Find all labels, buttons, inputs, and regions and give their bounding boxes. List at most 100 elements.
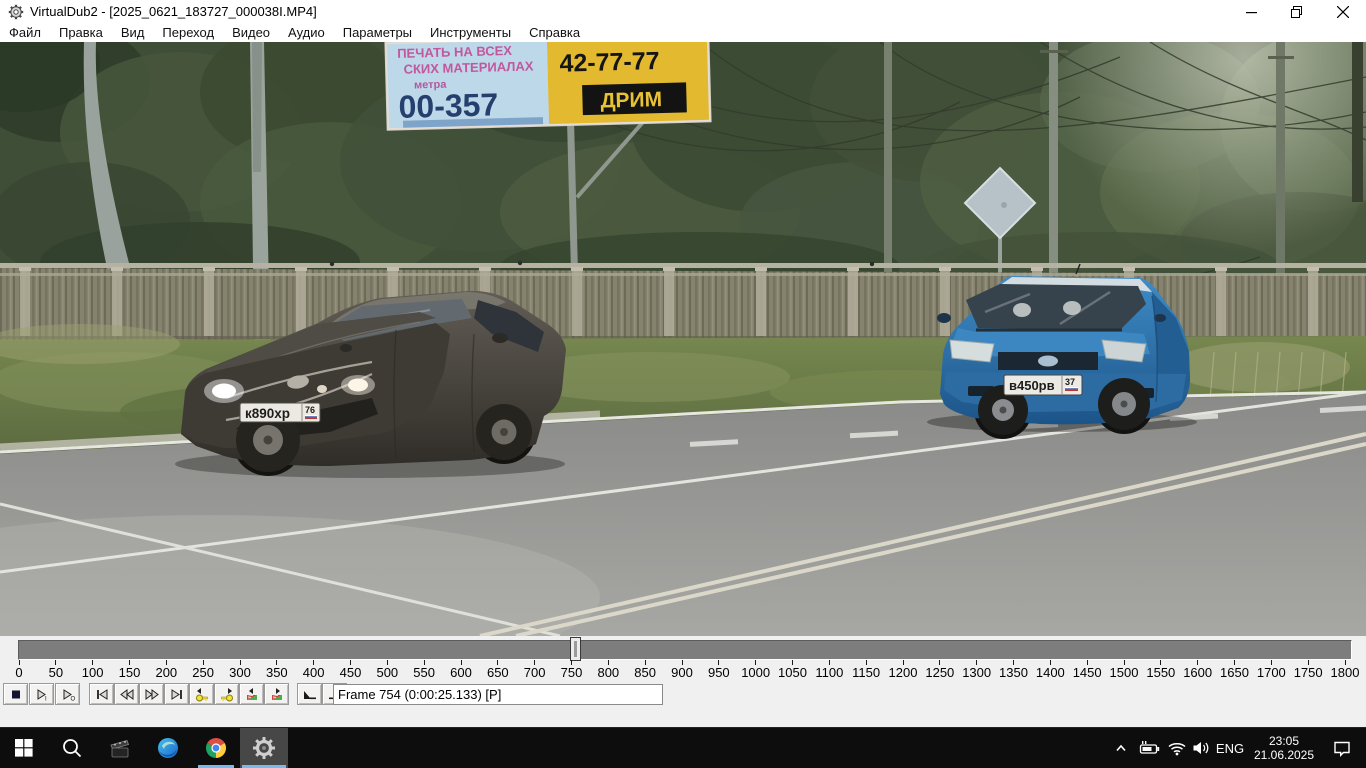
language-indicator[interactable]: ENG <box>1210 728 1250 768</box>
tray-overflow-button[interactable] <box>1108 728 1134 768</box>
ruler-tick-label: 350 <box>266 665 288 680</box>
close-icon <box>1337 6 1349 18</box>
ruler-tick-label: 1000 <box>741 665 770 680</box>
ruler-tick-label: 1400 <box>1036 665 1065 680</box>
title-bar: VirtualDub2 - [2025_0621_183727_000038I.… <box>0 0 1366 24</box>
seek-bar[interactable] <box>18 640 1352 660</box>
ruler-tick-label: 500 <box>376 665 398 680</box>
menu-bar: ФайлПравкаВидПереходВидеоАудиоПараметрыИ… <box>0 24 1366 42</box>
ruler-tick-label: 200 <box>155 665 177 680</box>
virtualdub-app-icon <box>8 4 24 20</box>
search-button[interactable] <box>48 728 96 768</box>
prev-scene-button[interactable] <box>239 683 264 705</box>
action-center-button[interactable] <box>1322 728 1362 768</box>
svg-text:I: I <box>45 696 47 702</box>
mark-in-icon <box>302 687 318 702</box>
menu-item-help[interactable]: Справка <box>520 24 589 42</box>
menu-item-file[interactable]: Файл <box>0 24 50 42</box>
film-clapper-icon <box>108 736 132 760</box>
restore-icon <box>1291 6 1303 18</box>
ruler-tick-label: 1550 <box>1146 665 1175 680</box>
edge-button[interactable] <box>144 728 192 768</box>
menu-item-go[interactable]: Переход <box>153 24 223 42</box>
ruler-tick-label: 1600 <box>1183 665 1212 680</box>
stop-button[interactable] <box>3 683 28 705</box>
chrome-icon <box>204 736 228 760</box>
plate-region-blue-car: 37 <box>1065 377 1075 387</box>
wifi-icon <box>1167 740 1187 756</box>
svg-text:O: O <box>70 696 75 702</box>
tray-date: 21.06.2025 <box>1254 748 1314 762</box>
menu-item-view[interactable]: Вид <box>112 24 154 42</box>
license-plate-dark-car: к890хр 76 <box>240 403 320 422</box>
close-button[interactable] <box>1320 0 1366 24</box>
play-output-button[interactable]: O <box>55 683 80 705</box>
ruler-tick-label: 400 <box>303 665 325 680</box>
minimize-button[interactable] <box>1228 0 1274 24</box>
ruler-tick-label: 1050 <box>778 665 807 680</box>
go-end-button[interactable] <box>164 683 189 705</box>
chevron-up-icon <box>1114 742 1128 754</box>
next-scene-button[interactable] <box>264 683 289 705</box>
stop-icon <box>8 687 24 702</box>
ruler-tick-label: 950 <box>708 665 730 680</box>
wifi-tray-button[interactable] <box>1164 728 1190 768</box>
step-forward-button[interactable] <box>139 683 164 705</box>
mark-in-button[interactable] <box>297 683 322 705</box>
next-keyframe-icon <box>219 687 235 702</box>
start-button[interactable] <box>0 728 48 768</box>
menu-item-tools[interactable]: Инструменты <box>421 24 520 42</box>
ruler-tick-label: 50 <box>49 665 63 680</box>
ruler-tick-label: 1500 <box>1110 665 1139 680</box>
minimize-icon <box>1246 7 1257 18</box>
plate-number-blue-car: в450рв <box>1009 378 1055 393</box>
menu-item-audio[interactable]: Аудио <box>279 24 334 42</box>
ruler-tick-label: 1300 <box>962 665 991 680</box>
next-scene-icon <box>269 687 285 702</box>
movies-tv-button[interactable] <box>96 728 144 768</box>
ruler-tick-label: 1800 <box>1331 665 1360 680</box>
ruler-tick-label: 1650 <box>1220 665 1249 680</box>
prev-scene-icon <box>244 687 260 702</box>
menu-item-video[interactable]: Видео <box>223 24 279 42</box>
ruler-tick-label: 1350 <box>999 665 1028 680</box>
virtualdub-gear-icon <box>251 735 277 761</box>
ruler-tick-label: 700 <box>524 665 546 680</box>
ruler-tick-label: 650 <box>487 665 509 680</box>
ruler-tick-label: 450 <box>340 665 362 680</box>
video-frame: ПЕЧАТЬ НА ВСЕХ СКИХ МАТЕРИАЛАХ метра 00-… <box>0 42 1366 636</box>
edge-icon <box>156 736 180 760</box>
ruler-tick-label: 1250 <box>925 665 954 680</box>
step-forward-icon <box>144 687 160 702</box>
search-icon <box>61 737 83 759</box>
billboard-right-phone: 42-77-77 <box>559 47 660 78</box>
screen: VirtualDub2 - [2025_0621_183727_000038I.… <box>0 0 1366 768</box>
restore-button[interactable] <box>1274 0 1320 24</box>
chrome-button[interactable] <box>192 728 240 768</box>
prev-keyframe-button[interactable] <box>189 683 214 705</box>
play-input-button[interactable]: I <box>29 683 54 705</box>
ruler-tick-label: 900 <box>671 665 693 680</box>
ruler-tick-label: 100 <box>82 665 104 680</box>
road-scene: ПЕЧАТЬ НА ВСЕХ СКИХ МАТЕРИАЛАХ метра 00-… <box>0 42 1366 636</box>
ruler-tick-label: 600 <box>450 665 472 680</box>
menu-item-options[interactable]: Параметры <box>334 24 421 42</box>
battery-charging-icon <box>1139 740 1161 756</box>
taskbar: ENG 23:05 21.06.2025 <box>0 727 1366 768</box>
seek-thumb[interactable] <box>570 637 581 661</box>
plate-number-dark-car: к890хр <box>245 406 290 421</box>
step-backward-button[interactable] <box>114 683 139 705</box>
control-panel: 0501001502002503003504004505005506006507… <box>0 636 1366 727</box>
ruler-tick-label: 250 <box>192 665 214 680</box>
menu-item-edit[interactable]: Правка <box>50 24 112 42</box>
license-plate-blue-car: в450рв 37 <box>1004 375 1082 395</box>
next-keyframe-button[interactable] <box>214 683 239 705</box>
virtualdub-taskbar-button[interactable] <box>240 728 288 768</box>
window-title: VirtualDub2 - [2025_0621_183727_000038I.… <box>30 0 317 24</box>
play-output-icon: O <box>60 687 76 702</box>
battery-tray-button[interactable] <box>1136 728 1164 768</box>
go-start-button[interactable] <box>89 683 114 705</box>
clock[interactable]: 23:05 21.06.2025 <box>1252 728 1316 768</box>
speaker-icon <box>1192 740 1210 756</box>
play-input-icon: I <box>34 687 50 702</box>
